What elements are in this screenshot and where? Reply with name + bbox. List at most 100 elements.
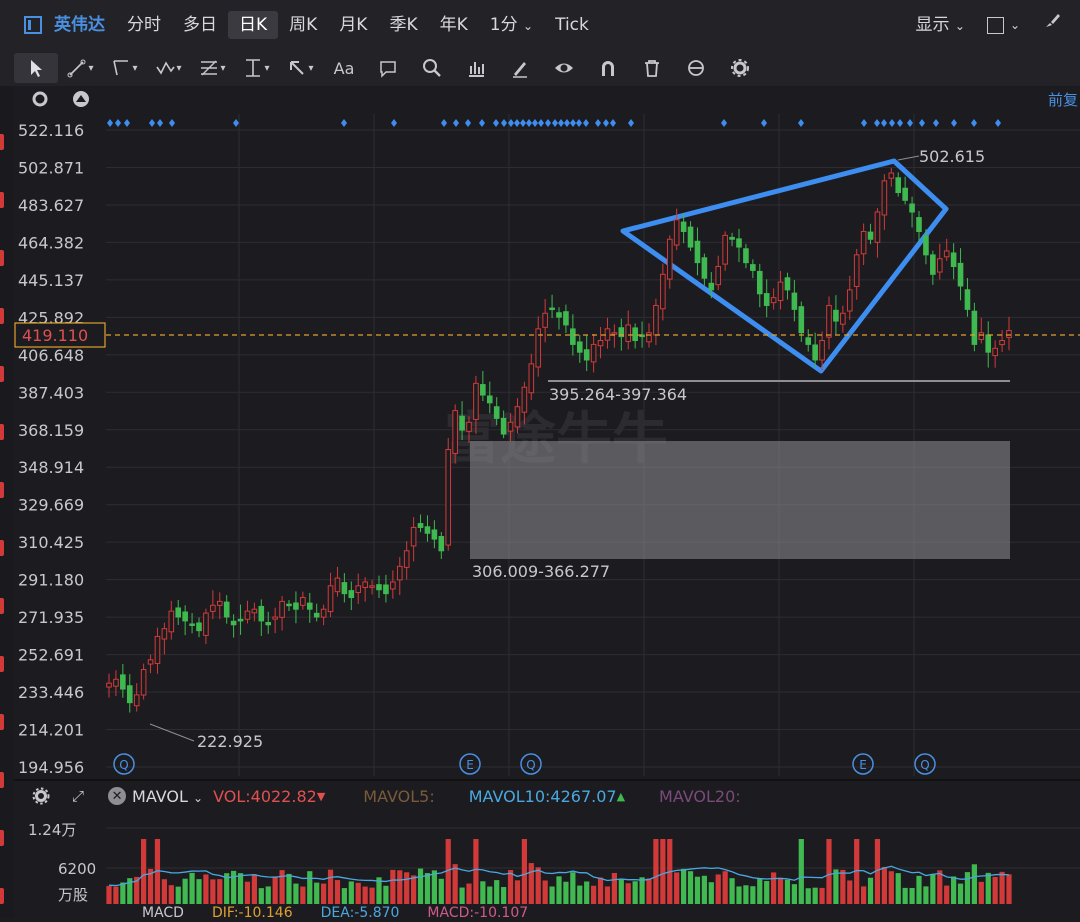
macd-name[interactable]: MACD xyxy=(142,905,184,921)
wave-tool-icon[interactable]: ▾ xyxy=(146,53,190,83)
watchlist-marker[interactable] xyxy=(0,888,4,904)
watchlist-marker[interactable] xyxy=(0,424,4,440)
sync-icon[interactable] xyxy=(674,53,718,83)
volume-bar xyxy=(687,871,694,904)
volume-bar xyxy=(881,866,887,904)
volume-bar xyxy=(549,886,555,904)
tab-monthly-k[interactable]: 月K xyxy=(328,11,378,39)
collapse-icon[interactable] xyxy=(73,91,89,107)
low-label: 222.925 xyxy=(197,732,263,751)
watchlist-marker[interactable] xyxy=(0,714,4,730)
volume-bar xyxy=(591,885,597,904)
candle-body xyxy=(770,297,777,304)
text-tool-icon[interactable]: Aa xyxy=(322,53,366,83)
comment-tool-icon[interactable] xyxy=(366,53,410,83)
volume-bar xyxy=(334,880,341,904)
svg-text:E: E xyxy=(859,758,867,772)
close-icon[interactable]: ✕ xyxy=(108,787,127,805)
candle-body xyxy=(563,311,569,326)
tab-timeshare[interactable]: 分时 xyxy=(116,11,172,39)
watchlist-marker[interactable] xyxy=(0,366,4,382)
volume-bar xyxy=(570,872,576,904)
cursor-icon[interactable] xyxy=(14,53,58,83)
price-tick-label: 368.159 xyxy=(18,421,84,440)
volume-bar xyxy=(362,886,368,904)
volume-bar xyxy=(805,888,811,904)
candle-body xyxy=(743,248,749,264)
volume-bar xyxy=(798,839,804,904)
price-tick-label: 387.403 xyxy=(18,383,84,402)
candle-body xyxy=(500,417,507,435)
watchlist-marker[interactable] xyxy=(0,308,4,324)
chevron-down-icon: ⌄ xyxy=(193,790,204,805)
watchlist-marker[interactable] xyxy=(0,656,4,672)
watchlist-marker[interactable] xyxy=(0,250,4,266)
candle-body xyxy=(210,604,216,612)
watchlist-marker[interactable] xyxy=(0,830,4,846)
arrow-tool-icon[interactable]: ▾ xyxy=(278,53,322,83)
layout-dropdown[interactable]: ⌄ xyxy=(976,11,1031,39)
candle-body xyxy=(881,180,888,216)
candle-body xyxy=(528,363,535,394)
channel-tool-icon[interactable]: ▾ xyxy=(102,53,146,83)
sidebar-toggle-icon[interactable] xyxy=(24,16,42,34)
volume-bar xyxy=(708,882,714,904)
tab-weekly-k[interactable]: 周K xyxy=(278,11,328,39)
volume-bar xyxy=(861,886,867,904)
volume-bar xyxy=(417,868,424,904)
watchlist-marker[interactable] xyxy=(0,482,4,498)
magnet-icon[interactable] xyxy=(586,53,630,83)
tab-multiday[interactable]: 多日 xyxy=(172,11,228,39)
volume-bar xyxy=(681,868,687,904)
volume-bar xyxy=(113,886,119,904)
candle-body xyxy=(403,550,410,568)
volume-bar xyxy=(314,882,320,904)
tab-yearly-k[interactable]: 年K xyxy=(429,11,479,39)
tab-daily-k[interactable]: 日K xyxy=(228,11,279,39)
candle-body xyxy=(957,262,964,287)
display-dropdown[interactable]: 显示 ⌄ xyxy=(904,11,975,39)
candle-body xyxy=(410,526,417,547)
volume-bar xyxy=(272,876,278,904)
price-tick-label: 291.180 xyxy=(18,571,84,590)
indicator-select[interactable]: MAVOL ⌄ xyxy=(132,787,203,806)
gear-icon[interactable] xyxy=(718,53,762,83)
price-tick-label: 406.648 xyxy=(18,346,84,365)
pen-icon[interactable] xyxy=(498,53,542,83)
stock-name[interactable]: 英伟达 xyxy=(48,11,116,39)
candle-body xyxy=(286,603,292,607)
measure-tool-icon[interactable]: ▾ xyxy=(234,53,278,83)
line-tool-icon[interactable]: ▾ xyxy=(58,53,102,83)
mavol20-value: MAVOL20: xyxy=(659,786,741,806)
watchlist-marker[interactable] xyxy=(0,192,4,208)
fib-tool-icon[interactable]: ▾ xyxy=(190,53,234,83)
volume-bar xyxy=(674,872,680,904)
volume-bar xyxy=(182,878,188,904)
range-box-drawing[interactable] xyxy=(470,441,1010,559)
volume-bar xyxy=(930,873,936,904)
eye-icon[interactable] xyxy=(542,53,586,83)
candle-body xyxy=(874,211,881,243)
watchlist-marker[interactable] xyxy=(0,540,4,556)
trash-icon[interactable] xyxy=(630,53,674,83)
watchlist-marker[interactable] xyxy=(0,134,4,150)
chart-indicator-icon[interactable] xyxy=(454,53,498,83)
candle-body xyxy=(583,349,590,361)
expand-icon[interactable]: ⤢ xyxy=(72,787,84,805)
adjust-label[interactable]: 前复 xyxy=(1048,91,1078,109)
tab-minute[interactable]: 1分 ⌄ xyxy=(479,11,544,39)
volume-bar xyxy=(348,881,354,904)
search-icon[interactable] xyxy=(410,53,454,83)
brush-icon[interactable] xyxy=(1031,11,1080,39)
watchlist-marker[interactable] xyxy=(0,598,4,614)
watchlist-marker[interactable] xyxy=(0,772,4,788)
vol-settings-icon[interactable] xyxy=(32,787,50,805)
tab-quarterly-k[interactable]: 季K xyxy=(378,11,428,39)
tab-tick[interactable]: Tick xyxy=(544,11,600,39)
period-tabs: 英伟达 分时 多日 日K 周K 月K 季K 年K 1分 ⌄ Tick xyxy=(0,10,600,40)
macd-value: MACD:-10.107 xyxy=(427,905,529,921)
macd-dea: DEA:-5.870 xyxy=(320,905,400,921)
candle-body xyxy=(486,395,493,404)
volume-bar xyxy=(916,875,922,904)
candle-body xyxy=(680,221,687,232)
